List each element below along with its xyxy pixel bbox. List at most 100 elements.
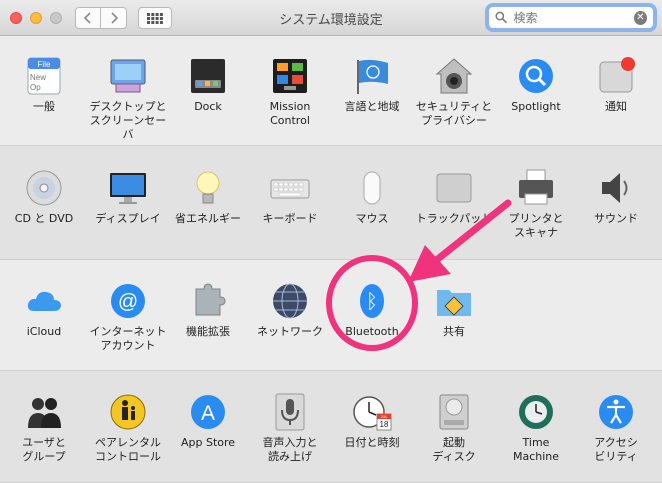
cloud-icon bbox=[24, 281, 64, 321]
pref-label: 起動 ディスク bbox=[432, 436, 476, 463]
pref-label: アクセシ ビリティ bbox=[594, 436, 638, 463]
bluetooth-highlight-ring bbox=[326, 255, 418, 351]
lightbulb-icon bbox=[188, 168, 228, 208]
pref-label: サウンド bbox=[594, 212, 638, 225]
pref-label: CD と DVD bbox=[14, 212, 74, 225]
pref-security-privacy[interactable]: セキュリティと プライバシー bbox=[412, 56, 496, 128]
pref-printers-scanners[interactable]: プリンタと スキャナ bbox=[494, 168, 578, 240]
pref-mission-control[interactable]: Mission Control bbox=[248, 56, 332, 128]
general-new-text: New bbox=[30, 73, 46, 82]
pref-spotlight[interactable]: Spotlight bbox=[494, 56, 578, 114]
pref-label: インターネット アカウント bbox=[89, 325, 167, 352]
pref-parental-controls[interactable]: ペアレンタル コントロール bbox=[86, 392, 170, 464]
pref-label: キーボード bbox=[262, 212, 318, 225]
pref-language-region[interactable]: 言語と地域 bbox=[330, 56, 414, 114]
pref-label: 一般 bbox=[33, 100, 55, 113]
pref-label: デスクトップと スクリーンセーバ bbox=[89, 100, 167, 141]
spotlight-icon bbox=[516, 56, 556, 96]
pref-label: ディスプレイ bbox=[95, 212, 161, 225]
pref-general[interactable]: File New Op 一般 bbox=[2, 56, 86, 114]
clock-calendar-icon: JUL 18 bbox=[352, 392, 392, 432]
desktop-screensaver-icon bbox=[108, 56, 148, 96]
pref-accessibility[interactable]: アクセシ ビリティ bbox=[574, 392, 658, 464]
pref-keyboard[interactable]: キーボード bbox=[248, 168, 332, 226]
pref-extensions[interactable]: 機能拡張 bbox=[166, 281, 250, 339]
pref-cd-dvd[interactable]: CD と DVD bbox=[2, 168, 86, 226]
chevron-left-icon bbox=[83, 12, 91, 24]
app-store-glyph-text: A bbox=[201, 402, 215, 425]
keyboard-icon bbox=[270, 168, 310, 208]
pref-time-machine[interactable]: Time Machine bbox=[494, 392, 578, 464]
pref-label: 省エネルギー bbox=[175, 212, 241, 225]
calendar-day-text: 18 bbox=[380, 420, 389, 429]
dock-icon bbox=[188, 56, 228, 96]
pref-label: Mission Control bbox=[269, 100, 311, 127]
pref-label: 共有 bbox=[443, 325, 465, 338]
parental-controls-icon bbox=[108, 392, 148, 432]
pref-label: iCloud bbox=[26, 325, 62, 338]
pref-sound[interactable]: サウンド bbox=[574, 168, 658, 226]
disc-icon bbox=[24, 168, 64, 208]
zoom-window-button[interactable] bbox=[50, 12, 62, 24]
pref-label: トラックパッド bbox=[415, 212, 493, 225]
sharing-folder-icon bbox=[434, 281, 474, 321]
pref-mouse[interactable]: マウス bbox=[330, 168, 414, 226]
pref-app-store[interactable]: A App Store bbox=[166, 392, 250, 450]
pref-label: プリンタと スキャナ bbox=[508, 212, 564, 239]
show-all-button[interactable] bbox=[138, 7, 172, 29]
pref-startup-disk[interactable]: 起動 ディスク bbox=[412, 392, 496, 464]
chevron-right-icon bbox=[110, 12, 118, 24]
microphone-icon bbox=[270, 392, 310, 432]
pref-icloud[interactable]: iCloud bbox=[2, 281, 86, 339]
pref-label: App Store bbox=[180, 436, 236, 449]
trackpad-icon bbox=[434, 168, 474, 208]
time-machine-icon bbox=[516, 392, 556, 432]
at-sign-icon: @ bbox=[108, 281, 148, 321]
pref-label: 日付と時刻 bbox=[344, 436, 400, 449]
search-icon bbox=[495, 11, 508, 24]
pref-label: 言語と地域 bbox=[344, 100, 400, 113]
pref-energy-saver[interactable]: 省エネルギー bbox=[166, 168, 250, 226]
pref-dock[interactable]: Dock bbox=[166, 56, 250, 114]
pref-label: 機能拡張 bbox=[186, 325, 230, 338]
grid-icon bbox=[147, 12, 163, 24]
pref-sharing[interactable]: 共有 bbox=[412, 281, 496, 339]
forward-button[interactable] bbox=[101, 7, 127, 29]
pref-network[interactable]: ネットワーク bbox=[248, 281, 332, 339]
pref-displays[interactable]: ディスプレイ bbox=[86, 168, 170, 226]
speaker-icon bbox=[596, 168, 636, 208]
accessibility-icon bbox=[596, 392, 636, 432]
pref-internet-accounts[interactable]: @ インターネット アカウント bbox=[86, 281, 170, 353]
printer-icon bbox=[516, 168, 556, 208]
app-store-icon: A bbox=[188, 392, 228, 432]
mouse-icon bbox=[352, 168, 392, 208]
pref-label: 通知 bbox=[605, 100, 627, 113]
minimize-window-button[interactable] bbox=[30, 12, 42, 24]
pref-label: Dock bbox=[194, 100, 222, 113]
pref-label: ユーザと グループ bbox=[22, 436, 66, 463]
notifications-icon bbox=[596, 56, 636, 96]
calendar-month-text: JUL bbox=[380, 414, 388, 419]
pref-desktop-screensaver[interactable]: デスクトップと スクリーンセーバ bbox=[86, 56, 170, 142]
pref-label: 音声入力と 読み上げ bbox=[262, 436, 318, 463]
general-op-text: Op bbox=[30, 83, 41, 92]
pref-dictation-speech[interactable]: 音声入力と 読み上げ bbox=[248, 392, 332, 464]
un-flag-icon bbox=[352, 56, 392, 96]
pref-label: Time Machine bbox=[512, 436, 560, 463]
pref-label: セキュリティと プライバシー bbox=[415, 100, 493, 127]
pref-notifications[interactable]: 通知 bbox=[574, 56, 658, 114]
pref-users-groups[interactable]: ユーザと グループ bbox=[2, 392, 86, 464]
back-button[interactable] bbox=[75, 7, 101, 29]
pref-label: マウス bbox=[355, 212, 389, 225]
pref-date-time[interactable]: JUL 18 日付と時刻 bbox=[330, 392, 414, 450]
pref-label: ペアレンタル コントロール bbox=[95, 436, 161, 463]
close-window-button[interactable] bbox=[10, 12, 22, 24]
users-icon bbox=[24, 392, 64, 432]
pref-trackpad[interactable]: トラックパッド bbox=[412, 168, 496, 226]
at-glyph-text: @ bbox=[118, 291, 138, 313]
search-input[interactable] bbox=[513, 10, 634, 25]
house-lock-icon bbox=[434, 56, 474, 96]
search-field[interactable]: ✕ bbox=[488, 6, 654, 29]
puzzle-piece-icon bbox=[188, 281, 228, 321]
clear-search-icon[interactable]: ✕ bbox=[633, 10, 647, 25]
